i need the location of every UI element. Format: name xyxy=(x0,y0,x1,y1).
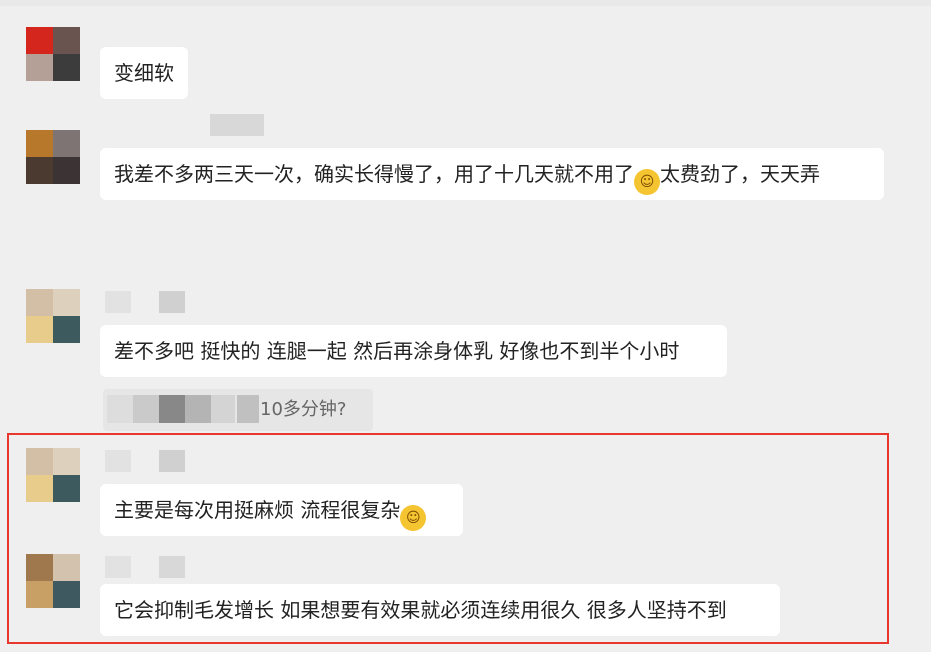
crying-laughing-emoji-icon: ☺ xyxy=(634,169,660,195)
avatar[interactable] xyxy=(26,130,80,184)
comment-bubble[interactable]: 变细软 xyxy=(100,47,188,99)
comment-text: 我差不多两三天一次，确实长得慢了，用了十几天就不用了 xyxy=(114,162,634,186)
username-blurred xyxy=(210,114,264,136)
comment-bubble[interactable]: 我差不多两三天一次，确实长得慢了，用了十几天就不用了 ☺ 太费劲了，天天弄 xyxy=(100,148,884,200)
comment-text: 变细软 xyxy=(114,61,174,85)
avatar[interactable] xyxy=(26,27,80,81)
username-blurred xyxy=(105,291,185,313)
comment-text: 差不多吧 挺快的 连腿一起 然后再涂身体乳 好像也不到半个小时 xyxy=(114,339,680,363)
highlight-box xyxy=(7,433,889,644)
quoted-text: 10多分钟? xyxy=(260,399,347,420)
comment-text: 太费劲了，天天弄 xyxy=(660,162,820,186)
quoted-reply[interactable]: 10多分钟? xyxy=(103,389,373,431)
top-divider xyxy=(0,0,931,6)
avatar[interactable] xyxy=(26,289,80,343)
comment-bubble[interactable]: 差不多吧 挺快的 连腿一起 然后再涂身体乳 好像也不到半个小时 xyxy=(100,325,727,377)
